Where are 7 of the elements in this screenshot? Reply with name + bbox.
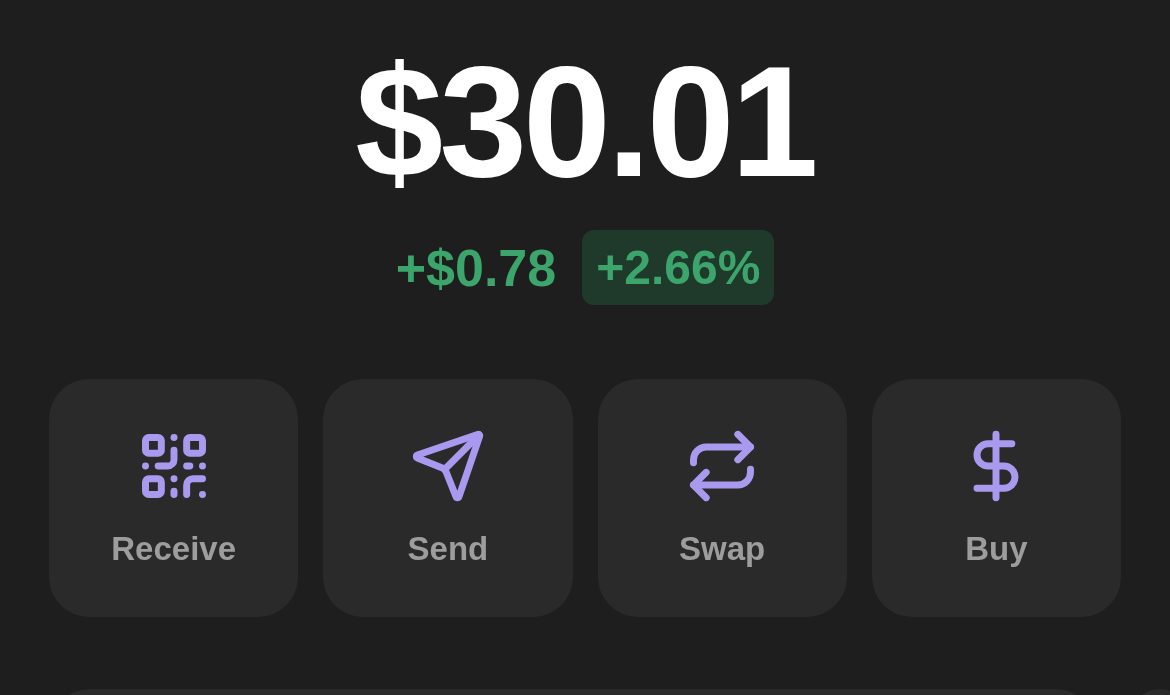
action-button[interactable]: Swap [597, 379, 847, 617]
action-button[interactable]: Send [323, 379, 573, 617]
change-percent-badge: +2.66% [582, 230, 775, 305]
action-button[interactable]: Receive [49, 379, 299, 617]
balance-amount: $30.01 [355, 42, 815, 200]
change-amount: +$0.78 [395, 237, 557, 298]
action-button[interactable]: Buy [871, 379, 1121, 617]
